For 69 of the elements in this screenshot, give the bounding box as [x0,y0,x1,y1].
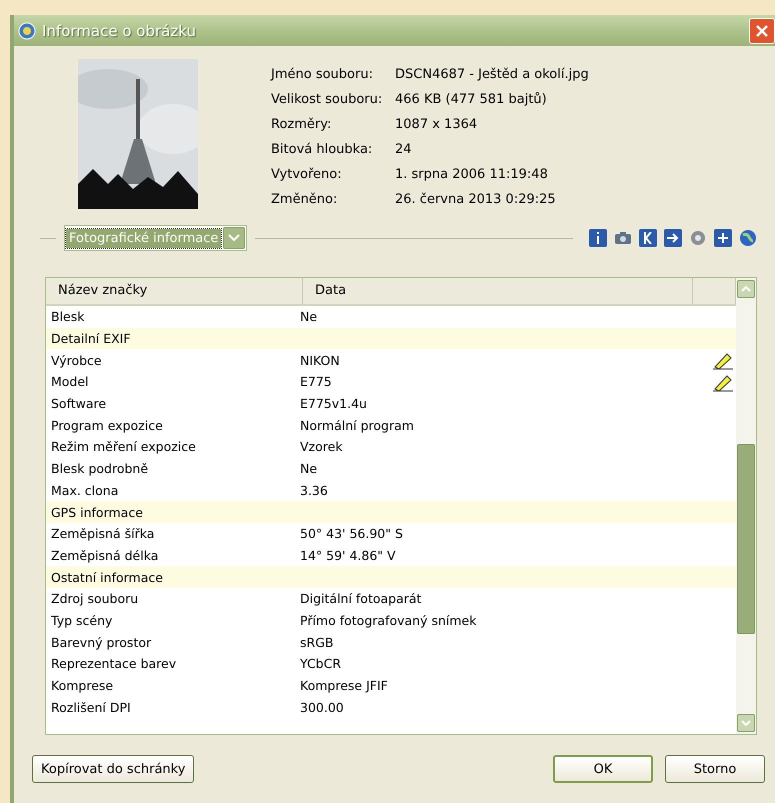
tag-value: 50° 43' 56.90" S [299,526,404,542]
tag-value: 14° 59' 4.86" V [299,548,397,563]
info-label: Bitová hloubka: [271,141,374,159]
info-label: Velikost souboru: [271,91,384,109]
tag-value: Ne [299,461,318,476]
info-icon[interactable] [589,229,607,247]
tag-value: NIKON [299,352,341,368]
tag-name: Rozlišení DPI [50,700,132,715]
info-label: Změněno: [271,191,338,209]
tag-value: Ne [299,309,318,324]
tag-name: Zeměpisná délka [50,548,160,563]
section-title: GPS informace [50,504,144,520]
close-button[interactable] [749,18,775,44]
tag-value: Přímo fotografovaný snímek [299,612,478,628]
chevron-down-icon [741,720,751,726]
chevron-down-icon [228,234,240,242]
tag-name: Výrobce [50,352,103,368]
arrow-right-icon[interactable] [664,229,682,247]
disc-icon[interactable] [689,229,707,247]
info-value: 1087 x 1364 [395,116,478,134]
tag-name: Typ scény [50,612,114,628]
column-header[interactable]: Data [303,278,693,304]
info-value: 26. června 2013 0:29:25 [395,191,557,209]
section-title: Ostatní informace [50,570,164,585]
app-logo-icon [18,22,36,40]
tag-name: Software [50,396,108,412]
tag-value: Vzorek [299,439,344,454]
plus-icon[interactable] [714,229,732,247]
tag-name: Program expozice [50,418,164,433]
tag-name: Blesk podrobně [50,461,150,476]
copy-button[interactable]: Kopírovat do schránky [32,755,194,783]
info-value: 1. srpna 2006 11:19:48 [395,166,549,184]
cancel-button[interactable]: Storno [665,755,765,783]
tag-value: Normální program [299,418,415,433]
info-value: 24 [395,141,413,159]
k-icon[interactable] [639,229,657,247]
section-title: Detailní EXIF [50,331,132,346]
tag-name: Komprese [50,678,114,694]
tag-name: Zdroj souboru [50,591,140,606]
tag-name: Režim měření expozice [50,439,197,454]
tag-value: Komprese JFIF [299,678,389,694]
close-icon [755,24,769,38]
tag-name: Model [50,374,90,390]
tag-name: Barevný prostor [50,634,152,650]
tag-name: Max. clona [50,482,120,498]
info-value: DSCN4687 - Ještěd a okolí.jpg [395,66,589,84]
tag-value: 300.00 [299,700,345,715]
info-value: 466 KB (477 581 bajtů) [395,91,548,109]
tag-value: Digitální fotoaparát [299,591,422,606]
ok-button[interactable]: OK [553,755,653,783]
tag-value: E775 [299,374,333,390]
tag-value: 3.36 [299,482,329,498]
scrollbar-thumb[interactable] [737,444,755,634]
globe-icon[interactable] [739,229,757,247]
column-header[interactable]: Název značky [46,278,303,304]
tag-value: sRGB [299,634,334,650]
tag-value: YCbCR [299,656,342,672]
tag-name: Blesk [50,309,86,324]
scroll-down-button[interactable] [737,714,755,732]
tag-value: E775v1.4u [299,396,368,412]
tag-name: Reprezentace barev [50,656,178,672]
info-label: Jméno souboru: [271,66,374,84]
camera-icon[interactable] [614,229,632,247]
info-label: Vytvořeno: [271,166,343,184]
scroll-up-button[interactable] [737,280,755,298]
info-label: Rozměry: [271,116,332,134]
tag-name: Zeměpisná šířka [50,526,156,542]
window-title: Informace o obrázku [42,22,197,40]
chevron-up-icon [741,286,751,292]
